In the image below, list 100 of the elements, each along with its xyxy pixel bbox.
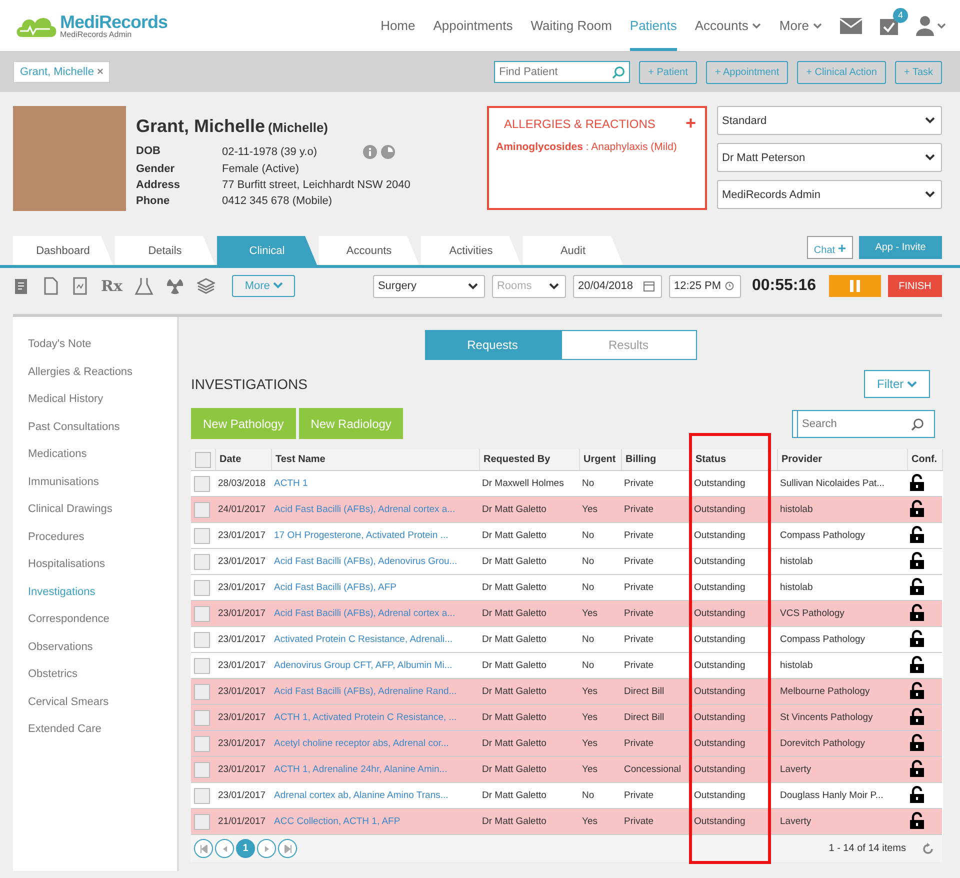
row-checkbox[interactable] [194,580,210,596]
app-invite-button[interactable]: App - Invite [859,236,942,259]
page-button[interactable]: 1 [236,839,255,858]
test-name-link[interactable]: ACC Collection, ACTH 1, AFP [271,808,479,834]
nav-link[interactable]: Home [380,0,416,51]
first-page-button[interactable] [194,839,213,858]
radiation-icon[interactable] [166,277,184,295]
location-select[interactable]: Surgery [372,274,485,298]
table-row[interactable]: 23/01/2017 Acid Fast Bacilli (AFBs), Adrenaline Rand... Dr Matt Galetto Yes Direct Bill Outstanding Melbourne Pathology [191,678,942,704]
section-tab[interactable]: Audit [523,236,623,265]
sidebar-item[interactable]: Hospitalisations [28,551,177,578]
chat-button[interactable]: Chat + [806,236,853,259]
lock-icon[interactable] [910,630,924,646]
column-header[interactable]: Conf. [907,449,942,470]
section-tab[interactable]: Activities [421,236,521,265]
report-icon[interactable] [72,277,88,295]
stack-icon[interactable] [197,277,216,295]
row-checkbox[interactable] [194,684,210,700]
column-header[interactable]: Test Name [271,449,479,470]
column-header[interactable]: Billing [621,449,691,470]
test-name-link[interactable]: Acid Fast Bacilli (AFBs), Adrenaline Rand... [271,678,479,704]
sidebar-item[interactable]: Allergies & Reactions [28,358,177,386]
last-page-button[interactable] [278,839,297,858]
sidebar-item[interactable]: Immunisations [28,468,177,496]
row-checkbox[interactable] [194,554,210,570]
table-row[interactable]: 23/01/2017 Acetyl choline receptor abs, Adrenal cor... Dr Matt Galetto Yes Private Outstanding Dorevitch Pathology [191,730,942,756]
dropdown-select[interactable]: Dr Matt Peterson [717,143,942,172]
row-checkbox[interactable] [194,606,210,622]
sidebar-item[interactable]: Correspondence [28,606,177,634]
row-checkbox[interactable] [194,658,210,674]
sidebar-item[interactable]: Obstetrics [28,661,177,688]
section-tab[interactable]: Clinical [217,236,317,265]
tasks-icon[interactable] [880,16,898,34]
sidebar-item[interactable]: Clinical Drawings [28,496,177,524]
time-field[interactable]: 12:25 PM [668,274,741,298]
column-header[interactable]: Date [215,449,271,470]
column-header[interactable]: Status [691,449,777,470]
table-row[interactable]: 23/01/2017 ACTH 1, Activated Protein C Resistance, ... Dr Matt Galetto Yes Direct Bill Outstanding St Vincents Pathology [191,704,942,730]
row-checkbox[interactable] [194,528,210,544]
table-row[interactable]: 23/01/2017 ACTH 1, Adrenaline 24hr, Alanine Amin... Dr Matt Galetto Yes Concessional Outstanding Laverty [191,756,942,782]
dropdown-select[interactable]: Standard [717,106,942,135]
nav-link[interactable]: Accounts [694,0,762,51]
date-field[interactable]: 20/04/2018 [572,274,662,298]
lock-icon[interactable] [910,656,924,672]
table-row[interactable]: 23/01/2017 Acid Fast Bacilli (AFBs), Adrenal cortex a... Dr Matt Galetto Yes Private Outstanding VCS Pathology [191,600,942,626]
search-field[interactable]: Search [797,410,935,438]
nav-link[interactable]: Appointments [433,0,513,51]
document-icon[interactable] [43,277,59,295]
test-name-link[interactable]: Acid Fast Bacilli (AFBs), Adenovirus Grou... [271,548,479,574]
row-checkbox[interactable] [194,502,210,518]
prescription-icon[interactable]: Rx [101,277,122,295]
sidebar-item[interactable]: Investigations [28,578,177,606]
sidebar-item[interactable]: Cervical Smears [28,688,177,716]
row-checkbox[interactable] [194,710,210,726]
lock-icon[interactable] [910,604,924,620]
info-icon[interactable] [362,145,377,159]
test-name-link[interactable]: ACTH 1, Activated Protein C Resistance, ... [271,704,479,730]
mail-icon[interactable] [840,18,862,34]
row-checkbox[interactable] [194,788,210,804]
select-all-checkbox[interactable] [195,452,211,468]
dropdown-select[interactable]: MediRecords Admin [717,180,942,209]
table-row[interactable]: 24/01/2017 Acid Fast Bacilli (AFBs), Adrenal cortex a... Dr Matt Galetto Yes Private Outstanding histolab [191,496,942,522]
lock-icon[interactable] [910,552,924,568]
table-row[interactable]: 23/01/2017 Activated Protein C Resistance, Adrenali... Dr Matt Galetto No Private Outstanding Compass Pathology [191,626,942,652]
sidebar-item[interactable]: Medical History [28,386,177,414]
test-name-link[interactable]: ACTH 1, Adrenaline 24hr, Alanine Amin... [271,756,479,782]
section-tab[interactable]: Accounts [319,236,419,265]
lock-icon[interactable] [910,708,924,724]
lock-icon[interactable] [910,760,924,776]
lock-icon[interactable] [910,786,924,802]
lock-icon[interactable] [910,578,924,594]
table-row[interactable]: 23/01/2017 Acid Fast Bacilli (AFBs), Adenovirus Grou... Dr Matt Galetto No Private Outstanding histolab [191,548,942,574]
open-patient-tab[interactable]: Grant, Michelle × [13,61,110,83]
more-dropdown-button[interactable]: More [232,275,296,297]
sidebar-item[interactable]: Today's Note [28,331,177,358]
test-name-link[interactable]: Acid Fast Bacilli (AFBs), Adrenal cortex a... [271,600,479,626]
column-header[interactable]: Requested By [479,449,579,470]
note-icon[interactable] [14,277,30,295]
test-name-link[interactable]: Acid Fast Bacilli (AFBs), Adrenal cortex a... [271,496,479,522]
section-tab[interactable]: Dashboard [13,236,113,265]
sidebar-item[interactable]: Extended Care [28,716,177,744]
pause-button[interactable] [829,275,881,297]
lock-icon[interactable] [910,526,924,542]
segment-tab[interactable]: Requests [424,330,560,360]
table-row[interactable]: 21/01/2017 ACC Collection, ACTH 1, AFP Dr Matt Galetto Yes Private Outstanding Laverty [191,808,942,834]
rooms-select[interactable]: Rooms [492,274,566,298]
previous-page-button[interactable] [215,839,234,858]
add-allergy-button[interactable]: + [685,117,696,131]
sidebar-item[interactable]: Observations [28,634,177,661]
lock-icon[interactable] [910,500,924,516]
column-header[interactable]: Urgent [579,449,621,470]
flask-icon[interactable] [135,277,154,295]
nav-link[interactable]: More [779,0,822,51]
row-checkbox[interactable] [194,736,210,752]
segment-tab[interactable]: Results [560,330,696,360]
next-page-button[interactable] [257,839,276,858]
row-checkbox[interactable] [194,762,210,778]
section-tab[interactable]: Details [115,236,215,265]
row-checkbox[interactable] [194,814,210,830]
sidebar-item[interactable]: Medications [28,441,177,468]
